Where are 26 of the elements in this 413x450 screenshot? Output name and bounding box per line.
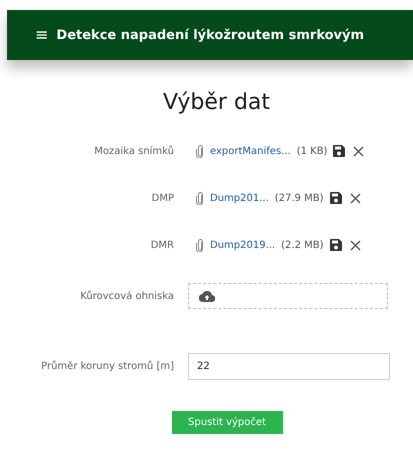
menu-icon[interactable]: ≡ <box>35 27 48 43</box>
file-size: (2.2 MB) <box>281 240 324 250</box>
save-icon[interactable] <box>330 239 342 251</box>
field-label: Průměr koruny stromů [m] <box>40 360 174 372</box>
field-label: DMR <box>150 240 174 250</box>
file-link[interactable]: Dump201... <box>210 192 269 204</box>
save-icon[interactable] <box>330 192 342 204</box>
app-title: Detekce napadení lýkožroutem smrkovým <box>56 28 364 42</box>
save-icon[interactable] <box>333 145 346 157</box>
page-heading: Výběr dat <box>162 90 272 115</box>
file-size: (27.9 MB) <box>274 192 324 204</box>
paperclip-icon <box>196 192 204 204</box>
field-label: Kůrovcová ohniska <box>79 290 174 302</box>
input-field[interactable]: 22 <box>188 352 390 380</box>
file-link[interactable]: Dump2019... <box>210 240 276 250</box>
close-icon[interactable] <box>353 146 364 156</box>
field-label: Mozaika snímků <box>93 146 174 156</box>
upload-dropzone[interactable] <box>188 283 388 309</box>
upload-cloud-icon <box>199 290 215 302</box>
file-size: (1 KB) <box>296 146 328 156</box>
paperclip-icon <box>196 238 204 252</box>
file-link[interactable]: exportManifes... <box>210 146 291 156</box>
field-label: DMP <box>150 192 174 204</box>
close-icon[interactable] <box>350 192 360 204</box>
close-icon[interactable] <box>350 240 360 250</box>
paperclip-icon <box>196 144 204 158</box>
